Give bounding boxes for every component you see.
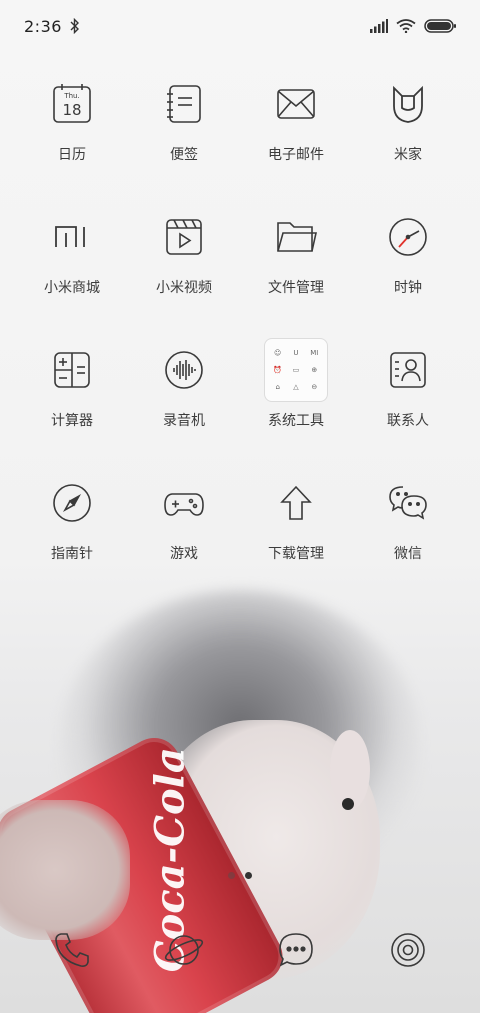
app-label-calculator: 计算器 — [51, 413, 93, 429]
app-mail[interactable]: 电子邮件 — [240, 78, 352, 211]
contacts-icon — [382, 344, 434, 396]
app-label-recorder: 录音机 — [163, 413, 205, 429]
app-recorder[interactable]: 录音机 — [128, 344, 240, 477]
app-label-mi-store: 小米商城 — [44, 280, 100, 296]
battery-icon — [424, 19, 456, 33]
signal-icon — [370, 19, 388, 33]
wallpaper-earring — [342, 798, 354, 810]
status-time: 2:36 — [24, 16, 62, 36]
app-label-clock: 时钟 — [394, 280, 422, 296]
notes-icon — [158, 78, 210, 130]
app-notes[interactable]: 便签 — [128, 78, 240, 211]
calendar-icon: Thu. 18 — [46, 78, 98, 130]
mi-store-icon — [46, 211, 98, 263]
app-label-notes: 便签 — [170, 147, 198, 163]
compass-icon — [46, 477, 98, 529]
status-bar: 2:36 — [0, 0, 480, 52]
gamepad-icon — [158, 477, 210, 529]
folder-mini-icon: ⌂ — [275, 383, 280, 391]
folder-mini-icon: MI — [310, 349, 319, 357]
dock-camera[interactable] — [352, 930, 464, 970]
browser-icon — [164, 935, 204, 965]
app-compass[interactable]: 指南针 — [16, 477, 128, 610]
page-dot-active[interactable] — [245, 872, 252, 879]
app-calendar[interactable]: Thu. 18 日历 — [16, 78, 128, 211]
app-contacts[interactable]: 联系人 — [352, 344, 464, 477]
app-video[interactable]: 小米视频 — [128, 211, 240, 344]
messages-icon — [279, 933, 313, 967]
folder-mini-icon: ▭ — [292, 366, 300, 374]
wechat-icon — [382, 477, 434, 529]
app-calculator[interactable]: 计算器 — [16, 344, 128, 477]
app-games[interactable]: 游戏 — [128, 477, 240, 610]
page-indicator — [0, 872, 480, 879]
download-icon — [270, 477, 322, 529]
dock — [16, 920, 464, 980]
app-wechat[interactable]: 微信 — [352, 477, 464, 610]
dock-phone[interactable] — [16, 930, 128, 970]
app-file-manager[interactable]: 文件管理 — [240, 211, 352, 344]
dock-browser[interactable] — [128, 930, 240, 970]
folder-mini-icon: U — [293, 349, 299, 357]
app-mi-store[interactable]: 小米商城 — [16, 211, 128, 344]
folder-mini-icon: ⊖ — [311, 383, 318, 391]
folder-mini-icon: △ — [293, 383, 299, 391]
app-grid: Thu. 18 日历 便签 电子邮件 米家 小米商城 小米视频 文件管理 时钟 … — [16, 78, 464, 610]
app-label-wechat: 微信 — [394, 546, 422, 562]
wallpaper-hand — [0, 800, 130, 940]
recorder-icon — [158, 344, 210, 396]
app-label-games: 游戏 — [170, 546, 198, 562]
video-icon — [158, 211, 210, 263]
app-label-file-manager: 文件管理 — [268, 280, 324, 296]
clock-icon — [382, 211, 434, 263]
calculator-icon — [46, 344, 98, 396]
app-label-compass: 指南针 — [51, 546, 93, 562]
app-clock[interactable]: 时钟 — [352, 211, 464, 344]
app-label-mijia: 米家 — [394, 147, 422, 163]
folder-mini-icon: ☺ — [274, 349, 282, 357]
app-mijia[interactable]: 米家 — [352, 78, 464, 211]
page-dot[interactable] — [228, 872, 235, 879]
folder-label-system-tools: 系统工具 — [268, 413, 324, 429]
mijia-icon — [382, 78, 434, 130]
app-label-download-manager: 下载管理 — [268, 546, 324, 562]
phone-icon — [55, 933, 89, 967]
app-label-video: 小米视频 — [156, 280, 212, 296]
app-label-contacts: 联系人 — [387, 413, 429, 429]
app-download-manager[interactable]: 下载管理 — [240, 477, 352, 610]
mail-icon — [270, 78, 322, 130]
folder-system-tools[interactable]: ☺ U MI ⏰ ▭ ⊕ ⌂ △ ⊖ 系统工具 — [240, 338, 352, 477]
dock-messages[interactable] — [240, 930, 352, 970]
folder-mini-icon: ⊕ — [311, 366, 318, 374]
calendar-date-text: 18 — [62, 101, 81, 119]
app-label-calendar: 日历 — [58, 147, 86, 163]
status-icons — [370, 18, 456, 34]
folder-mini-icon: ⏰ — [273, 366, 283, 374]
app-label-mail: 电子邮件 — [268, 147, 324, 163]
folder-icon — [270, 211, 322, 263]
system-tools-folder: ☺ U MI ⏰ ▭ ⊕ ⌂ △ ⊖ — [264, 338, 328, 402]
bluetooth-icon — [70, 18, 79, 34]
calendar-day-text: Thu. — [63, 92, 79, 100]
camera-icon — [391, 933, 425, 967]
wifi-icon — [396, 19, 416, 33]
